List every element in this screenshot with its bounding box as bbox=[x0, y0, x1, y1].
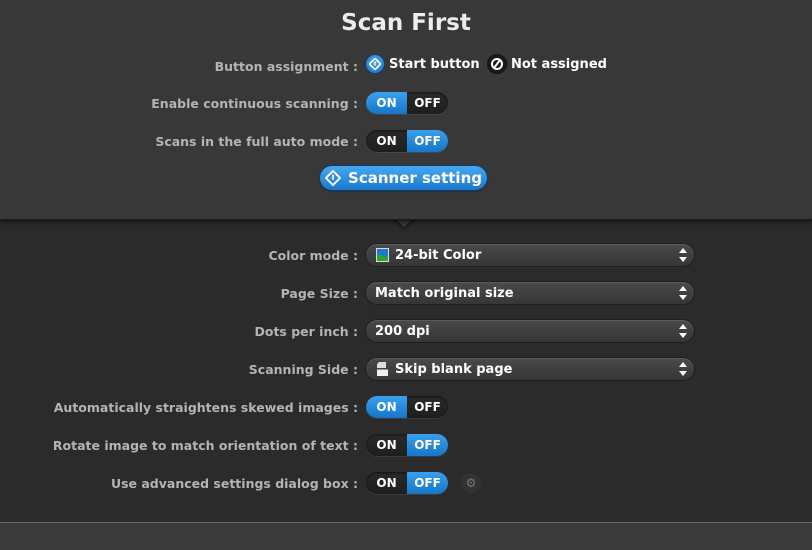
toggle-on[interactable]: ON bbox=[366, 396, 407, 418]
toggle-on[interactable]: ON bbox=[366, 130, 407, 152]
start-button-icon bbox=[366, 55, 384, 73]
gear-icon[interactable]: ⚙ bbox=[461, 473, 481, 493]
dpi-value: 200 dpi bbox=[375, 323, 430, 339]
advanced-label: Use advanced settings dialog box : bbox=[110, 476, 358, 491]
scanning-side-value: Skip blank page bbox=[395, 361, 513, 377]
toggle-on[interactable]: ON bbox=[366, 434, 407, 456]
start-button-label: Start button bbox=[389, 56, 480, 72]
continuous-scanning-toggle[interactable]: ON OFF bbox=[366, 92, 448, 114]
rotate-row: Rotate image to match orientation of tex… bbox=[0, 434, 812, 458]
toggle-off[interactable]: OFF bbox=[407, 396, 448, 418]
color-image-icon bbox=[376, 248, 389, 262]
select-arrows-icon bbox=[678, 324, 687, 338]
not-assigned-icon bbox=[488, 55, 506, 73]
rotate-toggle[interactable]: ON OFF bbox=[366, 434, 448, 456]
start-button-icon bbox=[325, 170, 342, 186]
straighten-row: Automatically straightens skewed images … bbox=[0, 396, 812, 420]
select-arrows-icon bbox=[678, 248, 687, 262]
full-auto-label: Scans in the full auto mode : bbox=[155, 134, 358, 149]
advanced-toggle[interactable]: ON OFF bbox=[366, 472, 448, 494]
toggle-off[interactable]: OFF bbox=[407, 130, 448, 152]
color-mode-value: 24-bit Color bbox=[395, 247, 482, 263]
dpi-row: Dots per inch : 200 dpi bbox=[0, 320, 812, 344]
select-arrows-icon bbox=[678, 286, 687, 300]
toggle-off[interactable]: OFF bbox=[407, 92, 448, 114]
button-assignment-row: Button assignment : Start button Not ass… bbox=[0, 55, 812, 79]
advanced-row: Use advanced settings dialog box : ON OF… bbox=[0, 472, 812, 496]
select-arrows-icon bbox=[678, 362, 687, 376]
footer-bar bbox=[0, 522, 812, 550]
full-auto-toggle[interactable]: ON OFF bbox=[366, 130, 448, 152]
scanner-setting-button[interactable]: Scanner setting bbox=[320, 166, 487, 190]
color-mode-select[interactable]: 24-bit Color bbox=[366, 244, 694, 266]
toggle-on[interactable]: ON bbox=[366, 472, 407, 494]
straighten-label: Automatically straightens skewed images … bbox=[53, 400, 358, 415]
scanner-setting-label: Scanner setting bbox=[348, 169, 482, 187]
color-mode-row: Color mode : 24-bit Color bbox=[0, 244, 812, 268]
toggle-off[interactable]: OFF bbox=[407, 472, 448, 494]
color-mode-label: Color mode : bbox=[268, 248, 358, 263]
dpi-label: Dots per inch : bbox=[254, 324, 358, 339]
scanning-side-label: Scanning Side : bbox=[248, 362, 358, 377]
continuous-scanning-label: Enable continuous scanning : bbox=[151, 96, 358, 111]
page-size-value: Match original size bbox=[375, 285, 514, 301]
page-size-label: Page Size : bbox=[280, 286, 358, 301]
dpi-select[interactable]: 200 dpi bbox=[366, 320, 694, 342]
scanning-side-row: Scanning Side : Skip blank page bbox=[0, 358, 812, 382]
rotate-label: Rotate image to match orientation of tex… bbox=[52, 438, 358, 453]
not-assigned-label: Not assigned bbox=[511, 56, 607, 72]
straighten-toggle[interactable]: ON OFF bbox=[366, 396, 448, 418]
toggle-on[interactable]: ON bbox=[366, 92, 407, 114]
scanning-side-select[interactable]: Skip blank page bbox=[366, 358, 694, 380]
page-size-row: Page Size : Match original size bbox=[0, 282, 812, 306]
continuous-scanning-row: Enable continuous scanning : ON OFF bbox=[0, 92, 812, 116]
button-assignment-label: Button assignment : bbox=[214, 59, 358, 74]
page-size-select[interactable]: Match original size bbox=[366, 282, 694, 304]
full-auto-row: Scans in the full auto mode : ON OFF bbox=[0, 130, 812, 154]
not-assigned-radio[interactable]: Not assigned bbox=[488, 55, 607, 73]
page-title: Scan First bbox=[341, 10, 471, 36]
toggle-off[interactable]: OFF bbox=[407, 434, 448, 456]
start-button-radio[interactable]: Start button bbox=[366, 55, 480, 73]
skip-blank-page-icon bbox=[376, 362, 389, 376]
